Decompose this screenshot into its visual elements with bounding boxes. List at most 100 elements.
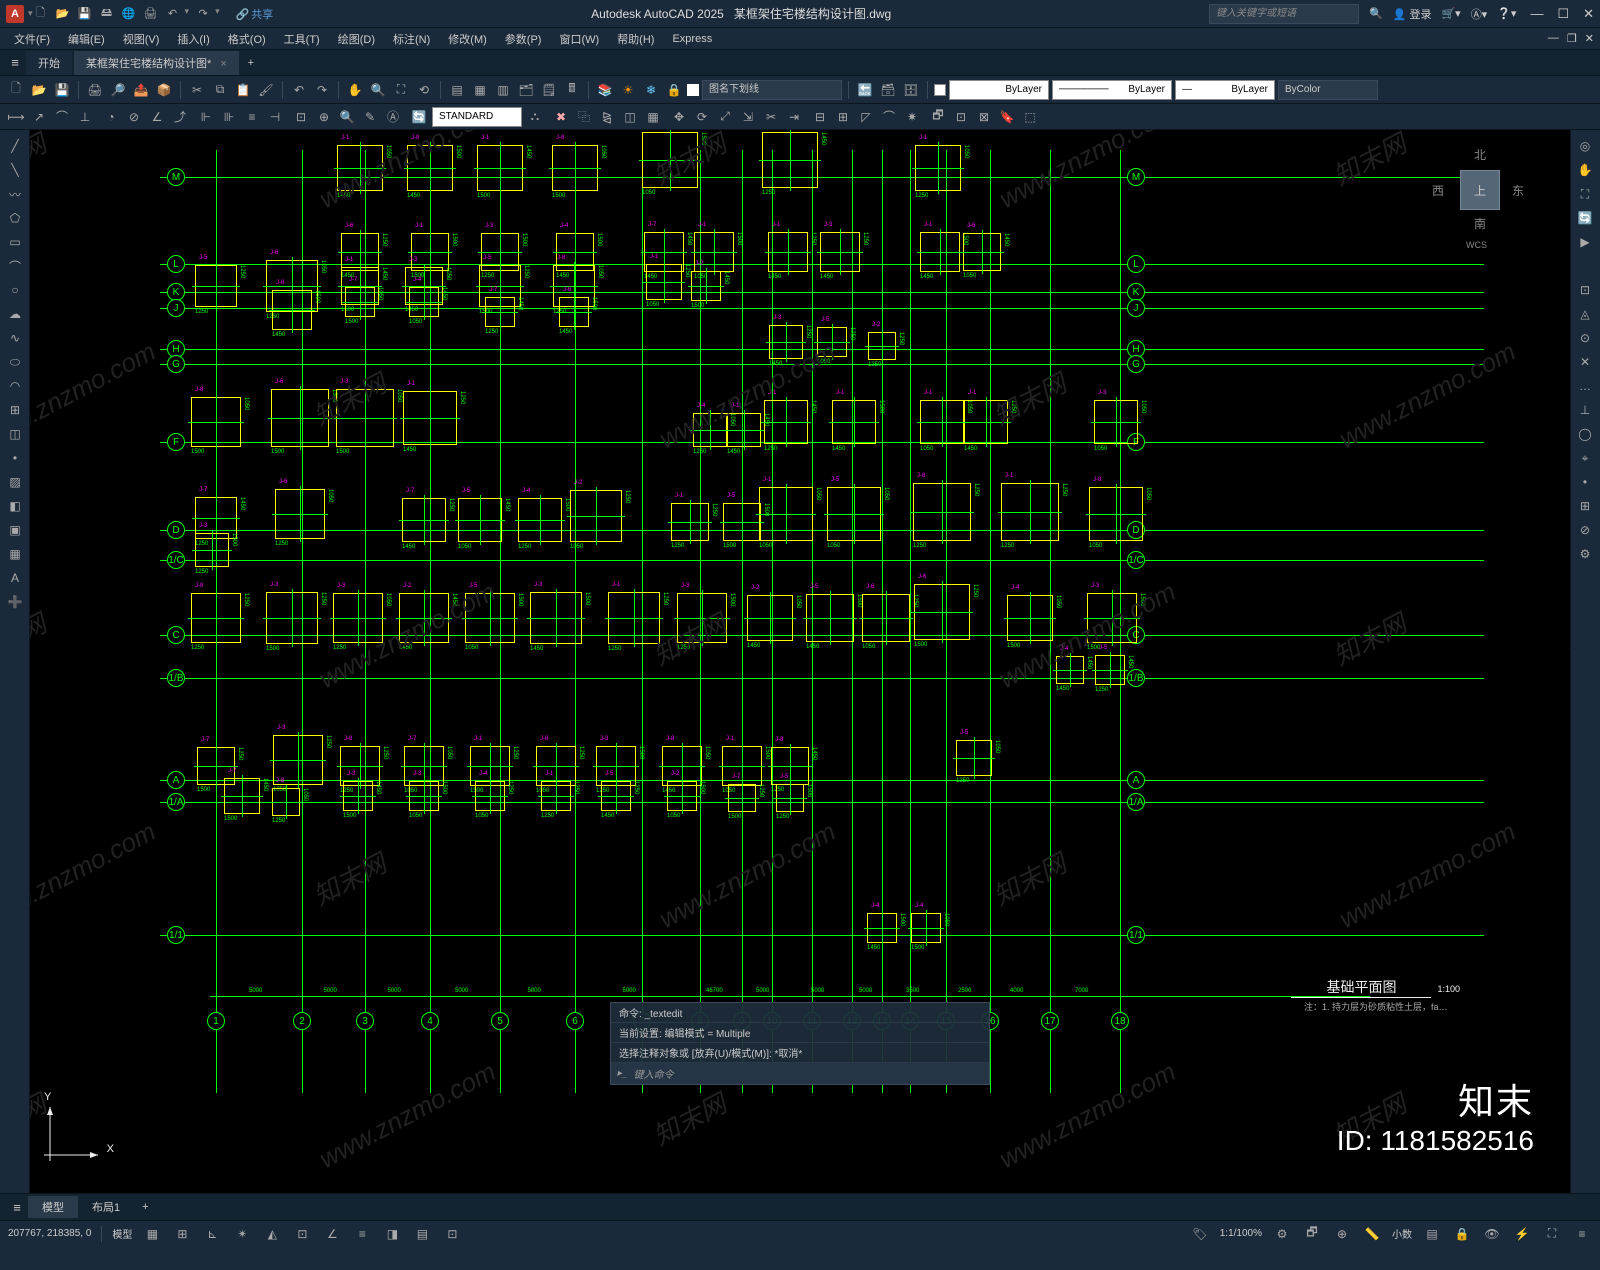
orbit-icon[interactable]: 🔄: [1575, 208, 1595, 228]
copy2-icon[interactable]: ⿻: [574, 107, 594, 127]
osnap-int-icon[interactable]: ✕: [1575, 352, 1595, 372]
viewcube-west[interactable]: 西: [1432, 182, 1444, 199]
help-search-input[interactable]: 键入关键字或短语: [1209, 4, 1359, 24]
viewcube-east[interactable]: 东: [1512, 182, 1524, 199]
undo-icon[interactable]: ↶: [165, 6, 181, 22]
layer-dropdown[interactable]: 图名下划线: [702, 80, 842, 100]
ungroup-icon[interactable]: ⊠: [974, 107, 994, 127]
dim-ord-icon[interactable]: ⊥: [75, 107, 95, 127]
dimstyle-icon[interactable]: ⛬: [525, 107, 545, 127]
insert-icon[interactable]: ⊞: [4, 400, 26, 420]
annomon-icon[interactable]: ⊕: [1332, 1224, 1352, 1244]
maximize-button[interactable]: ☐: [1557, 6, 1569, 22]
quickprops-icon[interactable]: ▤: [1422, 1224, 1442, 1244]
viewcube-north[interactable]: 北: [1474, 146, 1486, 163]
menu-dim[interactable]: 标注(N): [385, 29, 438, 49]
osnap-ins-icon[interactable]: ⊞: [1575, 496, 1595, 516]
dim-dia-icon[interactable]: ⊘: [124, 107, 144, 127]
layiso-icon[interactable]: 🗄: [901, 80, 921, 100]
3ddwf-icon[interactable]: 📦: [154, 80, 174, 100]
rotate-icon[interactable]: ⟳: [692, 107, 712, 127]
stretch-icon[interactable]: ⇲: [738, 107, 758, 127]
explode-icon[interactable]: ✷: [902, 107, 922, 127]
annoscale-icon[interactable]: 🏷: [1190, 1224, 1210, 1244]
lock-ui-icon[interactable]: 🔒: [1452, 1224, 1472, 1244]
ellipse-icon[interactable]: ⬭: [4, 352, 26, 372]
zoomp-icon[interactable]: ⟲: [414, 80, 434, 100]
layerprev-icon[interactable]: 🔙: [855, 80, 875, 100]
dim-break-icon[interactable]: ⊣: [265, 107, 285, 127]
dim-cont-icon[interactable]: ⊪: [219, 107, 239, 127]
dim-base-icon[interactable]: ⊩: [196, 107, 216, 127]
match-icon[interactable]: 🖌: [256, 80, 276, 100]
doc-minimize-icon[interactable]: —: [1548, 32, 1559, 45]
redo-icon[interactable]: ↷: [195, 6, 211, 22]
menu-edit[interactable]: 编辑(E): [60, 29, 113, 49]
fillet-icon[interactable]: ⌒: [879, 107, 899, 127]
offset-icon[interactable]: ◫: [620, 107, 640, 127]
save2-icon[interactable]: 💾: [52, 80, 72, 100]
open-icon[interactable]: 📂: [55, 6, 71, 22]
osnap-mid-icon[interactable]: ◬: [1575, 304, 1595, 324]
osnap-tan-icon[interactable]: ◯: [1575, 424, 1595, 444]
inspect-icon[interactable]: 🔍: [337, 107, 357, 127]
cmd-input[interactable]: ▸_键入命令: [611, 1063, 989, 1084]
toolpal-icon[interactable]: ▥: [493, 80, 513, 100]
menu-format[interactable]: 格式(O): [220, 29, 274, 49]
tab-add-button[interactable]: +: [241, 57, 261, 69]
polar-toggle-icon[interactable]: ✴: [232, 1224, 252, 1244]
osnap-toggle-icon[interactable]: ⊡: [292, 1224, 312, 1244]
scale-icon[interactable]: ⤢: [715, 107, 735, 127]
doc-restore-icon[interactable]: ❐: [1567, 32, 1577, 45]
menu-window[interactable]: 窗口(W): [551, 29, 607, 49]
share-button[interactable]: 🔗共享: [236, 6, 274, 22]
dcenter-icon[interactable]: ▦: [470, 80, 490, 100]
sc-toggle-icon[interactable]: ⊡: [442, 1224, 462, 1244]
ucs-icon[interactable]: Y X: [44, 1091, 114, 1161]
tol-icon[interactable]: ⊡: [291, 107, 311, 127]
menu-tools[interactable]: 工具(T): [276, 29, 328, 49]
lineweight-dropdown[interactable]: —ByLayer: [1175, 80, 1275, 100]
redo2-icon[interactable]: ↷: [312, 80, 332, 100]
osnap-per-icon[interactable]: ⊥: [1575, 400, 1595, 420]
viewcube-south[interactable]: 南: [1474, 215, 1486, 232]
sheet-icon[interactable]: 🗂: [516, 80, 536, 100]
iso-obj-icon[interactable]: 👁: [1482, 1224, 1502, 1244]
dim-ang-icon[interactable]: ∠: [147, 107, 167, 127]
viewcube-top[interactable]: 上: [1460, 170, 1500, 210]
otrack-toggle-icon[interactable]: ∠: [322, 1224, 342, 1244]
osnap-end-icon[interactable]: ⊡: [1575, 280, 1595, 300]
preview-icon[interactable]: 🔎: [108, 80, 128, 100]
paste-icon[interactable]: 📋: [233, 80, 253, 100]
array-icon[interactable]: ▦: [643, 107, 663, 127]
lwt-toggle-icon[interactable]: ≡: [352, 1224, 372, 1244]
circle-icon[interactable]: ○: [4, 280, 26, 300]
iso-toggle-icon[interactable]: ◭: [262, 1224, 282, 1244]
pan2-icon[interactable]: ✋: [1575, 160, 1595, 180]
undo2-icon[interactable]: ↶: [289, 80, 309, 100]
saveas-icon[interactable]: 🖴: [99, 6, 115, 22]
move-icon[interactable]: ✥: [669, 107, 689, 127]
dim-update-icon[interactable]: 🔄: [409, 107, 429, 127]
trans-toggle-icon[interactable]: ◨: [382, 1224, 402, 1244]
osnap-cen-icon[interactable]: ⊙: [1575, 328, 1595, 348]
ws-switch-icon[interactable]: 🗗: [1302, 1224, 1322, 1244]
qcalc-icon[interactable]: 🖩: [562, 80, 582, 100]
grid-toggle-icon[interactable]: ▦: [142, 1224, 162, 1244]
pline-icon[interactable]: 〰: [4, 184, 26, 204]
revcloud-icon[interactable]: ☁: [4, 304, 26, 324]
hatch-icon[interactable]: ▨: [4, 472, 26, 492]
block-edit-icon[interactable]: ⬚: [1020, 107, 1040, 127]
rect-icon[interactable]: ▭: [4, 232, 26, 252]
gear-icon[interactable]: ⚙: [1272, 1224, 1292, 1244]
close-button[interactable]: ✕: [1583, 6, 1594, 22]
plot-icon[interactable]: 🖨: [143, 6, 159, 22]
props-icon[interactable]: ▤: [447, 80, 467, 100]
dim-tedit-icon[interactable]: Ⓐ: [383, 107, 403, 127]
tab-file[interactable]: 某框架住宅楼结构设计图* ×: [74, 51, 239, 75]
new-icon[interactable]: 🗋: [33, 6, 49, 22]
pan-icon[interactable]: ✋: [345, 80, 365, 100]
help-icon[interactable]: ❔▾: [1497, 7, 1516, 20]
point-icon[interactable]: •: [4, 448, 26, 468]
cart-icon[interactable]: 🛒▾: [1441, 7, 1460, 20]
